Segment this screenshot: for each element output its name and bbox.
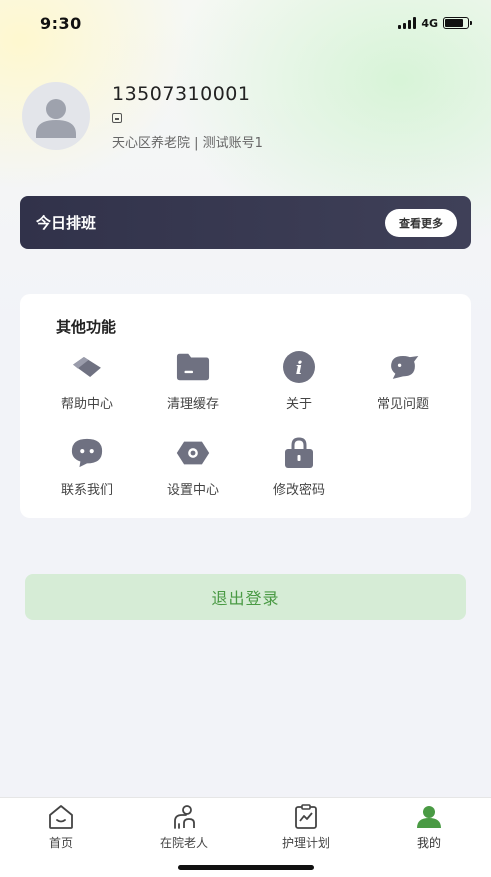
functions-card: 其他功能 帮助中心 清理缓存 i 关于 常见问题 联系我们 设置中心 修改密码 — [20, 294, 471, 518]
info-icon: i — [282, 350, 316, 384]
avatar[interactable] — [22, 82, 90, 150]
home-icon — [49, 805, 73, 829]
function-label: 清理缓存 — [166, 397, 219, 412]
function-about[interactable]: i 关于 — [254, 350, 344, 412]
elderly-icon — [174, 805, 195, 829]
function-label: 帮助中心 — [60, 397, 113, 412]
view-more-button[interactable]: 查看更多 — [385, 208, 457, 237]
clipboard-chart-icon — [295, 804, 317, 829]
tab-mine[interactable]: 我的 — [379, 804, 479, 851]
profile-org: 天心区养老院 | 测试账号1 — [112, 136, 263, 151]
function-change-password[interactable]: 修改密码 — [254, 436, 344, 498]
status-indicators: 4G — [398, 16, 472, 30]
schedule-banner[interactable]: 今日排班 查看更多 — [20, 196, 471, 249]
folder-icon — [176, 350, 210, 384]
profile-phone: 13507310001 — [112, 83, 251, 105]
user-icon — [417, 806, 441, 828]
function-settings[interactable]: 设置中心 — [148, 436, 238, 498]
function-label: 联系我们 — [60, 483, 113, 498]
svg-text:i: i — [296, 358, 303, 379]
settings-hex-icon — [176, 436, 210, 470]
home-indicator — [178, 865, 314, 870]
tab-care-plan[interactable]: 护理计划 — [256, 804, 356, 851]
tab-label: 首页 — [48, 836, 73, 850]
chat-bubble-icon — [70, 436, 104, 470]
network-type: 4G — [421, 16, 438, 30]
tab-home[interactable]: 首页 — [11, 804, 111, 851]
function-faq[interactable]: 常见问题 — [358, 350, 448, 412]
tab-label: 护理计划 — [281, 836, 330, 850]
functions-title: 其他功能 — [56, 318, 117, 336]
faq-chat-icon — [386, 350, 420, 384]
function-label: 常见问题 — [376, 397, 429, 412]
status-bar: 9:30 4G — [0, 0, 491, 46]
help-tag-icon — [70, 350, 104, 384]
schedule-title: 今日排班 — [36, 214, 97, 232]
tab-label: 在院老人 — [159, 836, 208, 850]
lock-icon — [282, 436, 316, 470]
signal-icon — [398, 17, 417, 29]
tag-icon — [112, 113, 122, 123]
logout-button[interactable]: 退出登录 — [25, 574, 466, 620]
function-contact-us[interactable]: 联系我们 — [42, 436, 132, 498]
function-label: 设置中心 — [166, 483, 219, 498]
tab-label: 我的 — [416, 836, 441, 850]
user-silhouette-icon — [36, 99, 76, 138]
battery-icon — [443, 17, 472, 29]
function-clear-cache[interactable]: 清理缓存 — [148, 350, 238, 412]
function-label: 关于 — [285, 397, 312, 412]
header-background — [0, 0, 491, 330]
status-time: 9:30 — [40, 13, 82, 33]
function-label: 修改密码 — [272, 483, 325, 498]
function-help-center[interactable]: 帮助中心 — [42, 350, 132, 412]
tab-elderly[interactable]: 在院老人 — [134, 804, 234, 851]
